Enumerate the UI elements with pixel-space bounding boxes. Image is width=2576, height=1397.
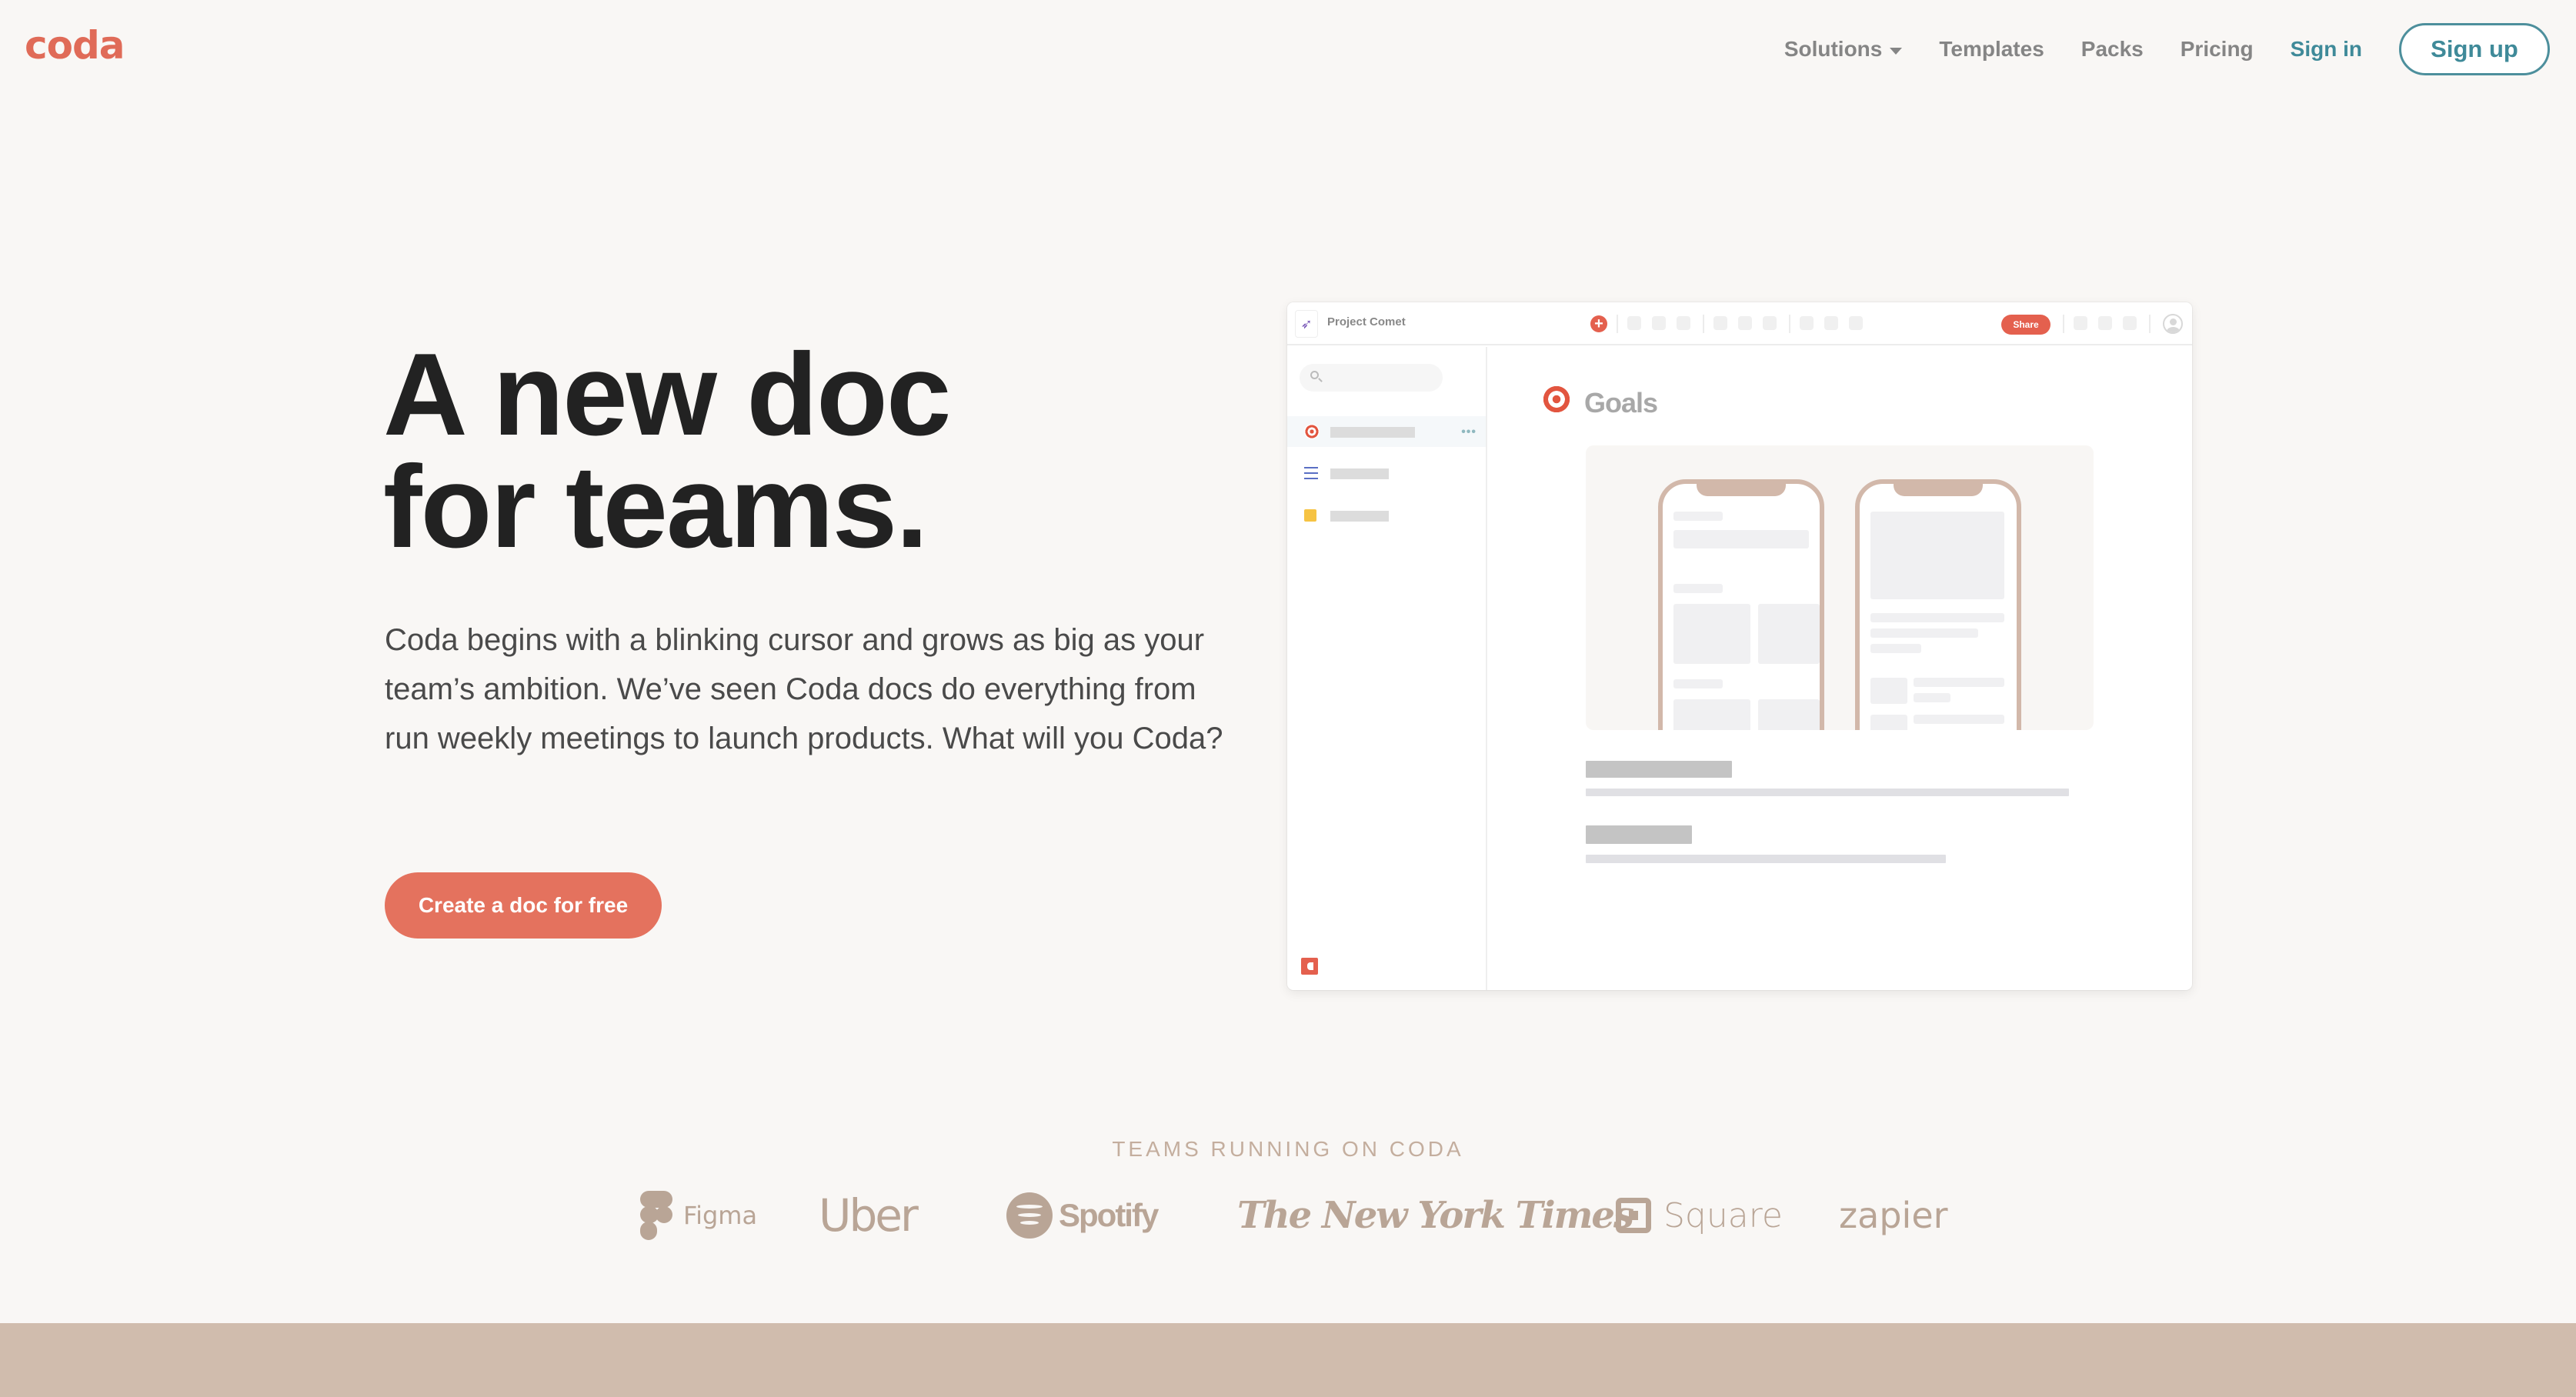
target-icon: [1541, 384, 1572, 415]
toolbar-divider: [2149, 315, 2151, 333]
hero-headline: A new doc for teams.: [383, 329, 951, 572]
placeholder-card: [1758, 699, 1820, 730]
nav-solutions-label: Solutions: [1784, 37, 1883, 61]
figma-wordmark: Figma: [683, 1201, 758, 1230]
toolbar-placeholder-icon: [1824, 316, 1838, 330]
sidebar-item-tasks: [1287, 458, 1486, 488]
more-icon: •••: [1461, 425, 1477, 438]
placeholder-line: [1586, 789, 2069, 796]
top-nav: Solutions Templates Packs Pricing Sign i…: [1747, 23, 2550, 75]
placeholder-bar: [1330, 468, 1389, 479]
spotify-icon: [1006, 1192, 1053, 1239]
placeholder-card: [1673, 604, 1750, 664]
sign-up-button[interactable]: Sign up: [2399, 23, 2550, 75]
toolbar-placeholder-icon: [1677, 316, 1690, 330]
target-icon: [1304, 424, 1320, 439]
phone-notch: [1697, 484, 1786, 496]
placeholder-bar: [1673, 512, 1723, 521]
doc-title: Project Comet: [1327, 315, 1406, 328]
toolbar-placeholder-icon: [1652, 316, 1666, 330]
hero-description: Coda begins with a blinking cursor and g…: [385, 623, 1223, 755]
phones-illustration: [1586, 445, 2094, 730]
uber-logo: Uber: [819, 1189, 919, 1242]
placeholder-bar: [1914, 693, 1950, 702]
figma-logo: Figma: [640, 1185, 757, 1246]
nav-templates[interactable]: Templates: [1939, 37, 2044, 62]
placeholder-bar: [1870, 628, 1978, 638]
placeholder-heading: [1586, 761, 1732, 778]
create-doc-button[interactable]: Create a doc for free: [385, 872, 662, 939]
toolbar-placeholder-icon: [1849, 316, 1863, 330]
toolbar-placeholder-icon: [1627, 316, 1641, 330]
note-icon: [1304, 509, 1316, 522]
customers-label: TEAMS RUNNING ON CODA: [1112, 1137, 1464, 1161]
sign-in-link[interactable]: Sign in: [2291, 37, 2362, 62]
page-title: Goals: [1584, 387, 1658, 418]
sidebar-item-notes: [1287, 500, 1486, 531]
toolbar-placeholder-icon: [2098, 316, 2112, 330]
placeholder-bar: [1870, 644, 1921, 653]
coda-logo[interactable]: coda: [25, 23, 125, 68]
placeholder-card: [1758, 604, 1820, 664]
square-wordmark: Square: [1663, 1195, 1783, 1235]
nyt-logo: The New York Times: [1237, 1194, 1634, 1237]
product-preview: ➶ Project Comet + Share ••• Goals: [1287, 302, 2192, 990]
figma-icon: [640, 1191, 672, 1240]
zapier-logo: zapier: [1839, 1195, 1948, 1236]
preview-content: Goals: [1489, 347, 2192, 990]
toolbar-placeholder-icon: [1738, 316, 1752, 330]
toolbar-placeholder-icon: [2074, 316, 2087, 330]
search-icon: [1310, 371, 1319, 379]
phone-mockup: [1658, 479, 1824, 730]
placeholder-bar: [1914, 715, 2004, 724]
spotify-wordmark: Spotify: [1059, 1197, 1159, 1233]
square-icon: [1616, 1198, 1651, 1233]
placeholder-line: [1586, 855, 1946, 863]
preview-search: [1300, 364, 1443, 392]
placeholder-thumb: [1870, 715, 1907, 730]
toolbar-divider: [1789, 315, 1790, 333]
placeholder-bar: [1673, 679, 1723, 688]
sidebar-item-goals: •••: [1287, 416, 1486, 447]
placeholder-bar: [1914, 678, 2004, 687]
preview-toolbar: ➶ Project Comet + Share: [1287, 302, 2192, 345]
chevron-down-icon: [1890, 47, 1903, 55]
toolbar-placeholder-icon: [1800, 316, 1814, 330]
customer-logos: Figma Uber Spotify The New York Times Sq…: [0, 1185, 2576, 1246]
avatar-icon: [2163, 314, 2183, 334]
toolbar-placeholder-icon: [1763, 316, 1777, 330]
toolbar-divider: [1617, 315, 1618, 333]
rocket-icon: ➶: [1295, 310, 1318, 338]
phone-notch: [1894, 484, 1983, 496]
nav-solutions[interactable]: Solutions: [1784, 37, 1903, 62]
toolbar-divider: [1703, 315, 1704, 333]
coda-mark-icon: [1301, 958, 1318, 975]
checklist-icon: [1304, 465, 1318, 479]
placeholder-heading: [1586, 825, 1692, 844]
placeholder-bar: [1330, 511, 1389, 522]
next-section-band: [0, 1323, 2576, 1397]
toolbar-placeholder-icon: [1713, 316, 1727, 330]
share-button: Share: [2001, 315, 2050, 335]
headline-line-2: for teams.: [383, 442, 928, 572]
spotify-logo: Spotify: [1006, 1185, 1159, 1246]
add-icon: +: [1590, 315, 1607, 332]
square-logo: Square: [1616, 1185, 1783, 1246]
placeholder-bar: [1673, 584, 1723, 593]
preview-sidebar: •••: [1287, 347, 1487, 990]
toolbar-placeholder-icon: [2123, 316, 2137, 330]
phone-mockup: [1855, 479, 2021, 730]
nav-packs[interactable]: Packs: [2081, 37, 2144, 62]
toolbar-divider: [2063, 315, 2064, 333]
placeholder-thumb: [1870, 678, 1907, 704]
headline-line-1: A new doc: [383, 329, 951, 460]
placeholder-bar: [1870, 613, 2004, 622]
placeholder-bar: [1330, 427, 1415, 438]
placeholder-card: [1673, 699, 1750, 730]
nav-pricing[interactable]: Pricing: [2181, 37, 2254, 62]
placeholder-bar: [1673, 530, 1809, 548]
placeholder-image: [1870, 512, 2004, 599]
